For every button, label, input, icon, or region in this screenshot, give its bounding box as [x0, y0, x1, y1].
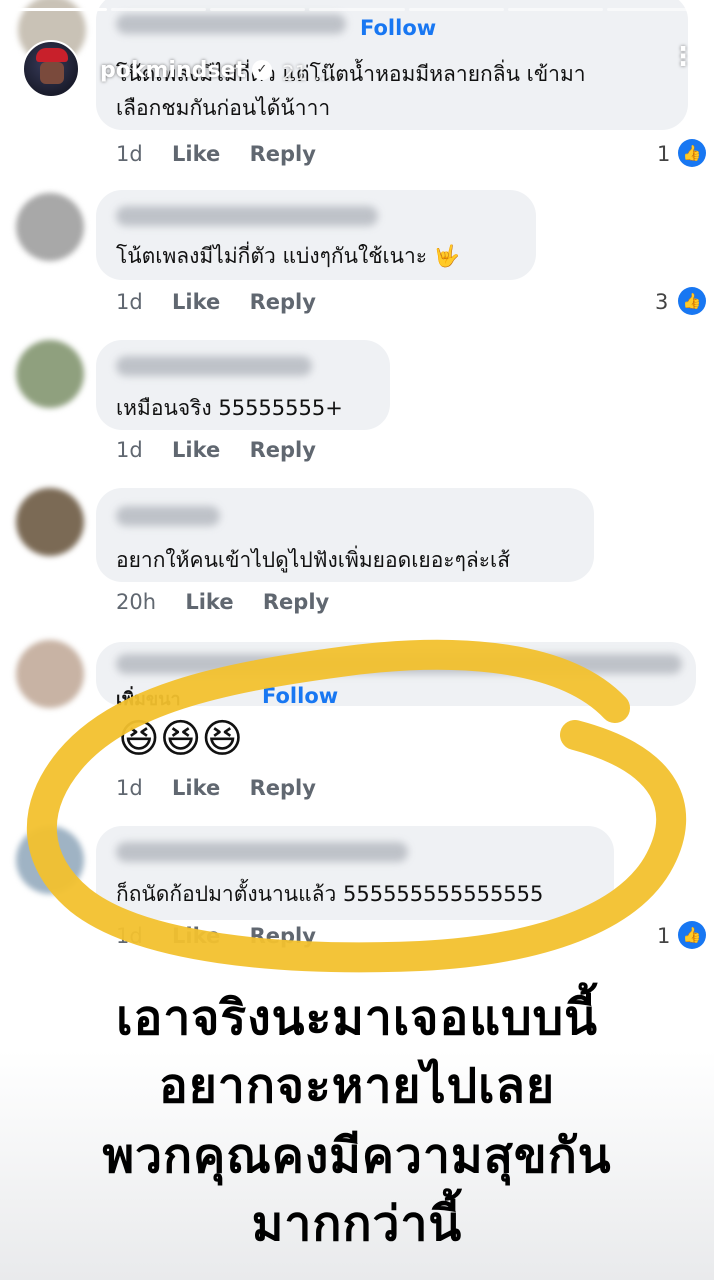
caption-line: อยากจะหายไปเลย [158, 1058, 556, 1114]
more-options-icon[interactable]: ⋮ [670, 44, 696, 86]
story-username[interactable]: pokmindset [100, 58, 246, 83]
annotation-stroke [27, 639, 687, 973]
story-timestamp: 21 ... [282, 61, 333, 85]
story-author-avatar[interactable] [22, 40, 80, 98]
caption-line: พวกคุณคงมีความสุขกัน [102, 1128, 612, 1184]
story-viewer: Follow โน๊ตเพลงมีไม่กี่ตัว แต่โน๊ตน้ำหอม… [0, 0, 714, 1280]
story-progress-bar [12, 8, 702, 11]
caption-line: มากกว่านี้ [251, 1196, 463, 1252]
verified-badge-icon: ✓ [252, 60, 272, 80]
caption-line: เอาจริงนะมาเจอแบบนี้ [116, 990, 598, 1046]
